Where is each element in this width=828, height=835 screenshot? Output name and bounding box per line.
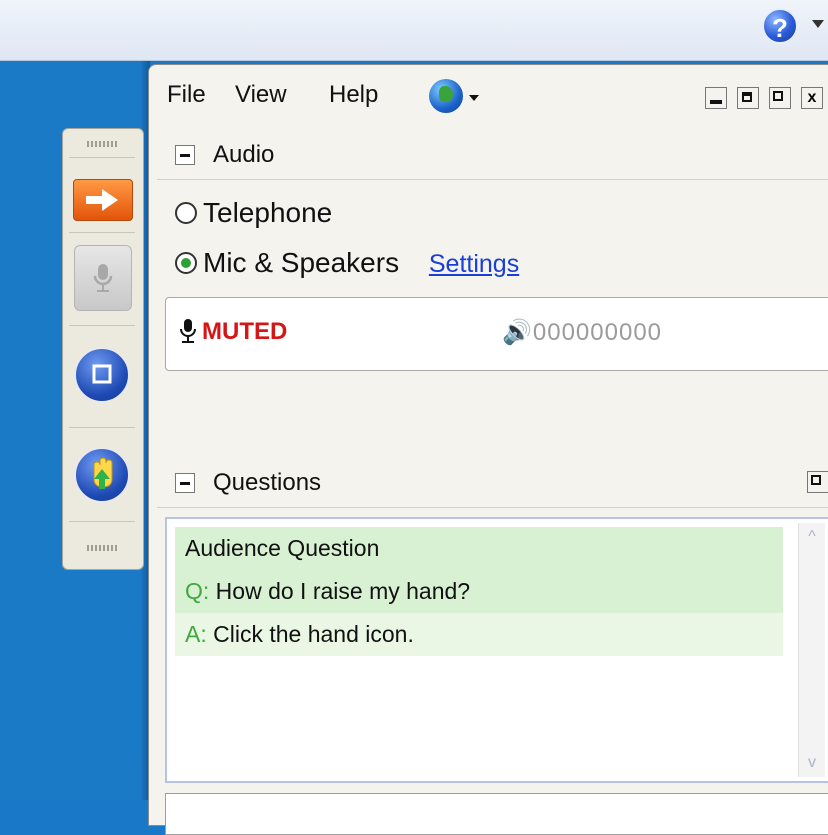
globe-icon[interactable] (429, 79, 463, 113)
scroll-down-icon[interactable]: v (800, 751, 824, 775)
arrow-icon[interactable] (73, 179, 133, 221)
questions-section-header: Questions (157, 459, 828, 508)
telephone-label: Telephone (203, 197, 333, 228)
answer-text: Click the hand icon. (206, 621, 414, 647)
stop-button[interactable] (74, 347, 130, 403)
toolbar-grip-bottom[interactable] (87, 545, 117, 551)
divider (69, 157, 135, 158)
divider (69, 521, 135, 522)
divider (69, 232, 135, 233)
chevron-down-icon[interactable] (812, 20, 824, 28)
menu-file[interactable]: File (167, 81, 206, 109)
muted-status: MUTED (202, 318, 288, 345)
popout-questions-button[interactable] (807, 471, 828, 493)
toolbar-grip-top[interactable] (87, 141, 117, 147)
mic-speakers-option[interactable]: Mic & Speakers Settings (175, 247, 519, 279)
mic-speakers-radio[interactable] (175, 252, 197, 274)
menu-help[interactable]: Help (329, 81, 378, 109)
chevron-down-icon[interactable] (469, 95, 479, 101)
telephone-option[interactable]: Telephone (175, 197, 332, 229)
questions-panel: Audience Question Q: How do I raise my h… (165, 517, 828, 783)
stop-icon (92, 364, 112, 384)
audience-question-header: Audience Question (175, 527, 783, 570)
answer-row[interactable]: A: Click the hand icon. (175, 613, 783, 656)
mic-speakers-label: Mic & Speakers (203, 247, 400, 278)
microphone-icon (180, 319, 196, 343)
help-icon[interactable]: ? (762, 8, 798, 44)
menu-view[interactable]: View (235, 81, 287, 109)
audio-section-header: Audio (157, 131, 828, 180)
maximize-button[interactable] (737, 87, 759, 109)
control-panel: File View Help x Audio Telephone Mic & S… (148, 64, 828, 835)
minimize-button[interactable] (705, 87, 727, 109)
raise-hand-icon (93, 457, 113, 489)
top-bar: ? (0, 0, 828, 61)
question-input-area[interactable] (165, 793, 828, 835)
microphone-icon (93, 264, 113, 292)
arrow-right-icon (86, 189, 118, 211)
collapse-audio-button[interactable] (175, 145, 195, 165)
microphone-button[interactable] (74, 245, 132, 311)
questions-title: Questions (213, 469, 322, 496)
settings-link[interactable]: Settings (429, 250, 519, 278)
question-text: How do I raise my hand? (209, 578, 471, 604)
floating-toolbar (62, 128, 144, 570)
telephone-radio[interactable] (175, 202, 197, 224)
audio-title: Audio (213, 141, 275, 168)
divider (69, 325, 135, 326)
scrollbar[interactable]: ^ v (798, 523, 825, 777)
collapse-questions-button[interactable] (175, 473, 195, 493)
question-row[interactable]: Q: How do I raise my hand? (175, 570, 783, 613)
divider (69, 427, 135, 428)
popout-button[interactable] (769, 87, 791, 109)
scroll-up-icon[interactable]: ^ (800, 525, 824, 549)
question-prefix: Q: (185, 578, 210, 604)
qa-list: Audience Question Q: How do I raise my h… (175, 527, 783, 656)
volume-level: 000000000 (532, 319, 663, 346)
volume-indicator: 🔊000000000 (502, 318, 662, 347)
raise-hand-button[interactable] (74, 447, 130, 503)
menu-bar: File View Help x (149, 65, 828, 127)
answer-prefix: A: (185, 621, 207, 647)
speaker-icon: 🔊 (502, 319, 533, 346)
audio-status-box: MUTED 🔊000000000 (165, 297, 828, 371)
close-button[interactable]: x (801, 87, 823, 109)
